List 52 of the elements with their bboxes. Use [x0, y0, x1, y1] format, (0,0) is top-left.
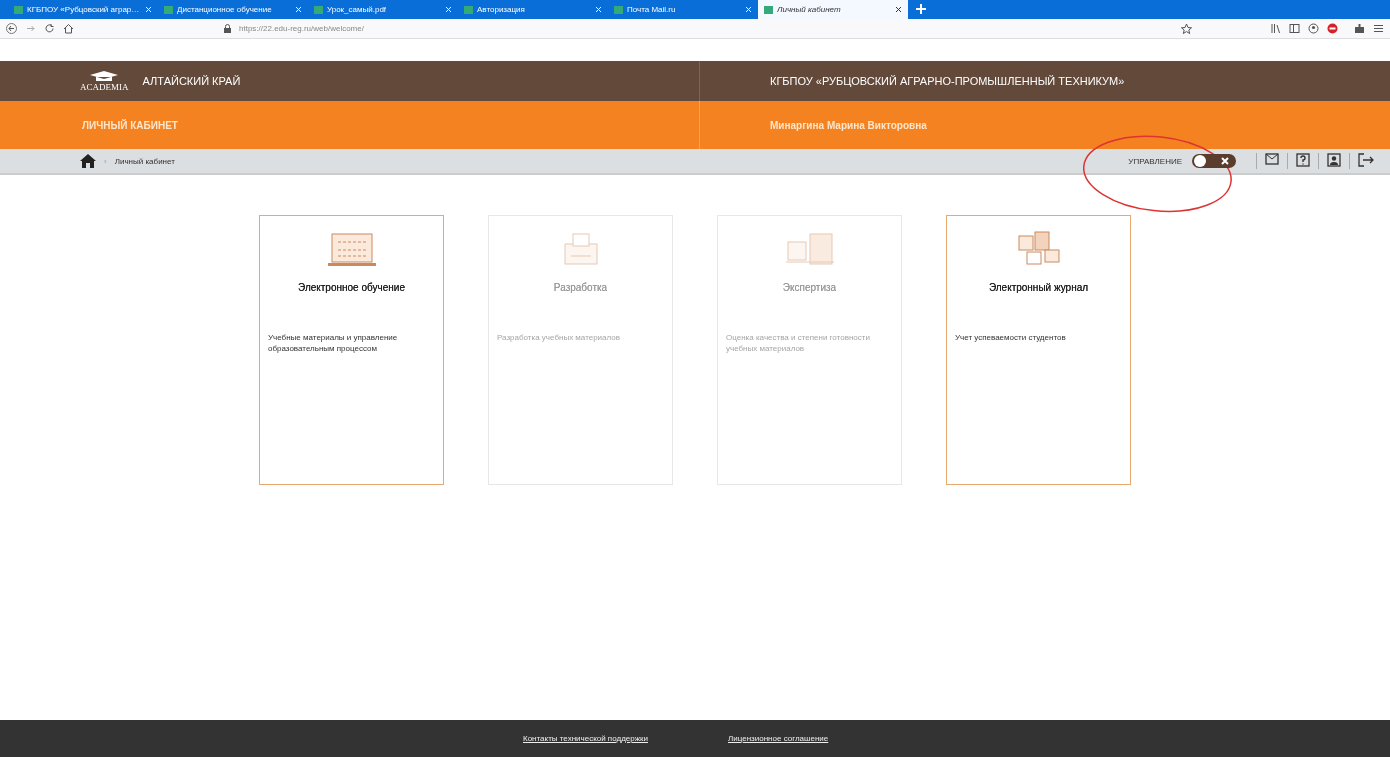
footer-link[interactable]: Лицензионное соглашение [728, 734, 829, 743]
menu-icon[interactable] [1373, 23, 1384, 34]
favicon-icon [764, 5, 773, 14]
star-icon[interactable] [1181, 23, 1192, 34]
footer-link[interactable]: Контакты технической поддержки [523, 734, 649, 743]
module-card[interactable]: Электронное обучение Учебные материалы и управление образовательным процессом [259, 215, 444, 485]
address-field[interactable]: https://22.edu-reg.ru/web/welcome/ [239, 24, 364, 33]
section-title: ЛИЧНЫЙ КАБИНЕТ [82, 119, 178, 131]
extension-icon[interactable] [1354, 23, 1365, 34]
library-icon[interactable] [1270, 23, 1281, 34]
close-icon [1220, 156, 1230, 166]
region-title: АЛТАЙСКИЙ КРАЙ [142, 75, 241, 87]
module-card[interactable]: Электронный журнал Учет успеваемости студентов [946, 215, 1131, 485]
favicon-icon [164, 5, 173, 14]
close-icon[interactable] [895, 6, 902, 13]
management-toggle[interactable] [1192, 154, 1236, 168]
card-description: Разработка учебных материалов [497, 333, 621, 344]
card-title: Электронный журнал [988, 282, 1089, 293]
browser-tab[interactable]: Авторизация [458, 0, 608, 19]
home-icon[interactable] [80, 154, 96, 168]
reload-icon[interactable] [44, 23, 55, 34]
favicon-icon [14, 5, 23, 14]
card-title: Экспертиза [782, 282, 837, 293]
favicon-icon [614, 5, 623, 14]
browser-tab[interactable]: Дистанционное обучение [158, 0, 308, 19]
card-title: Разработка [553, 282, 608, 293]
lock-icon [222, 23, 233, 34]
organization-name: КГБПОУ «РУБЦОВСКИЙ АГРАРНО-ПРОМЫШЛЕННЫЙ ТЕХНИКУМ» [770, 75, 1125, 87]
user-name: Минаргина Марина Викторовна [770, 119, 927, 131]
account-icon[interactable] [1308, 23, 1319, 34]
academia-logo[interactable]: ACADEMIA [80, 70, 129, 92]
card-title: Электронное обучение [298, 282, 405, 293]
logo-text: ACADEMIA [80, 82, 129, 92]
illustration-icon [327, 230, 376, 266]
browser-tab[interactable]: Личный кабинет [758, 0, 908, 19]
card-description: Оценка качества и степени готовности учебных материалов [726, 333, 871, 355]
browser-tab[interactable]: КГБПОУ «Рубцовский аграр… [8, 0, 158, 19]
management-label: УПРАВЛЕНИЕ [1128, 156, 1182, 166]
card-description: Учебные материалы и управление образовательным процессом [268, 333, 399, 355]
favicon-icon [314, 5, 323, 14]
breadcrumb-item[interactable]: Личный кабинет [114, 156, 175, 166]
browser-tab[interactable]: Почта Mail.ru [608, 0, 758, 19]
illustration-icon [785, 230, 834, 266]
back-icon[interactable] [6, 23, 17, 34]
new-tab-icon[interactable] [916, 4, 926, 14]
card-description: Учет успеваемости студентов [955, 333, 1067, 344]
browser-tab[interactable]: Урок_самый.pdf [308, 0, 458, 19]
block-icon[interactable] [1327, 23, 1338, 34]
sidebar-icon[interactable] [1289, 23, 1300, 34]
favicon-icon [464, 5, 473, 14]
breadcrumb-separator: › [104, 156, 107, 166]
home-icon[interactable] [63, 23, 74, 34]
